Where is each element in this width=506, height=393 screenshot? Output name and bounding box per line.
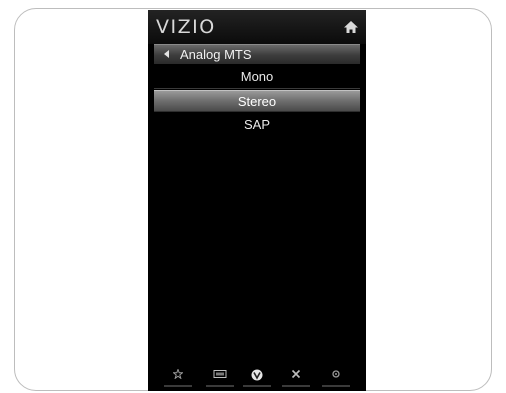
menu-header: VIZIO	[148, 10, 366, 44]
option-sap[interactable]: SAP	[154, 114, 360, 136]
divider	[154, 88, 360, 89]
settings-icon[interactable]	[320, 367, 352, 389]
menu-title-bar: Analog MTS	[154, 44, 360, 64]
option-stereo[interactable]: Stereo	[154, 90, 360, 112]
star-icon[interactable]	[162, 367, 194, 389]
home-icon[interactable]	[343, 19, 359, 35]
widescreen-icon[interactable]	[204, 367, 236, 389]
vizio-v-icon[interactable]	[241, 367, 273, 389]
vizio-logo: VIZIO	[156, 16, 216, 38]
menu-title: Analog MTS	[180, 47, 252, 62]
tv-menu-panel: VIZIO Analog MTS Mono Stereo SAP	[148, 10, 366, 391]
back-arrow-icon[interactable]	[164, 50, 169, 58]
option-mono[interactable]: Mono	[154, 66, 360, 88]
remote-button-row	[148, 367, 366, 389]
close-icon[interactable]	[280, 367, 312, 389]
